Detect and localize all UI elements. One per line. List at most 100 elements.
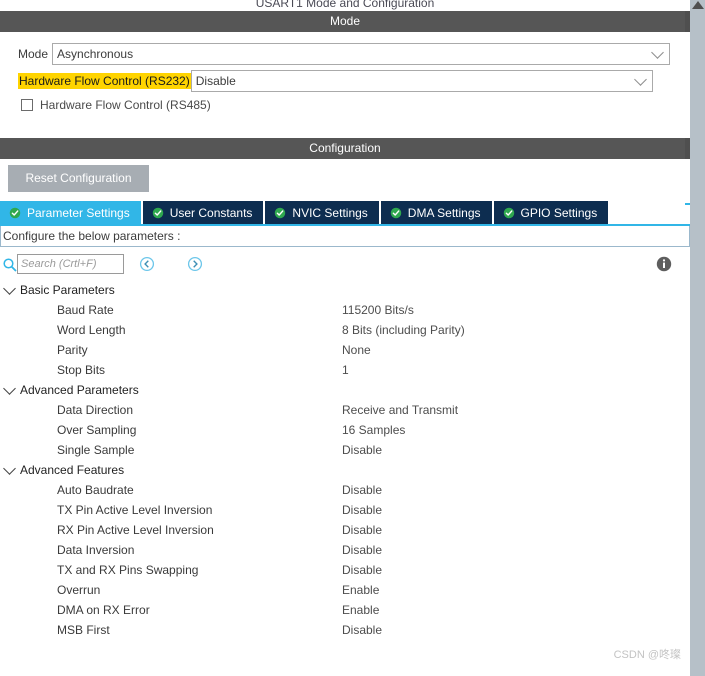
parameter-name: Data Inversion	[57, 543, 135, 557]
parameter-name: Word Length	[57, 323, 126, 337]
mode-dropdown-value: Asynchronous	[57, 47, 134, 61]
parameter-row[interactable]: Auto Baudrate Disable	[0, 480, 690, 500]
parameter-row[interactable]: Word Length 8 Bits (including Parity)	[0, 320, 690, 340]
parameter-row[interactable]: Single Sample Disable	[0, 440, 690, 460]
parameter-group-label: Advanced Parameters	[20, 383, 139, 397]
parameter-name: Single Sample	[57, 443, 135, 457]
parameter-value[interactable]: Disable	[342, 523, 382, 537]
usart-config-panel: USART1 Mode and Configuration Mode Mode …	[0, 0, 705, 676]
mode-dropdown[interactable]: Asynchronous	[52, 43, 671, 65]
parameter-value[interactable]: Receive and Transmit	[342, 403, 458, 417]
parameter-value[interactable]: Disable	[342, 483, 382, 497]
tab-dma-settings[interactable]: DMA Settings	[380, 201, 494, 224]
parameter-name: Baud Rate	[57, 303, 114, 317]
scrollbar-accent-line	[685, 203, 690, 205]
parameter-value[interactable]: Disable	[342, 563, 382, 577]
parameter-row[interactable]: DMA on RX Error Enable	[0, 600, 690, 620]
tab-user-constants[interactable]: User Constants	[142, 201, 266, 224]
parameter-name: Over Sampling	[57, 423, 137, 437]
hardware-flow-control-rs232-dropdown[interactable]: Disable	[190, 70, 653, 92]
chevron-down-icon[interactable]	[3, 381, 16, 395]
parameter-value[interactable]: 8 Bits (including Parity)	[342, 323, 465, 337]
hardware-flow-control-rs232-label: Hardware Flow Control (RS232)	[18, 73, 191, 89]
parameter-group-label: Basic Parameters	[20, 283, 115, 297]
parameter-value[interactable]: Disable	[342, 503, 382, 517]
tab-label: NVIC Settings	[292, 205, 368, 220]
tab-nvic-settings[interactable]: NVIC Settings	[265, 201, 381, 224]
parameter-value[interactable]: None	[342, 343, 371, 357]
tab-check-icon	[503, 207, 514, 218]
parameter-row[interactable]: RX Pin Active Level Inversion Disable	[0, 520, 690, 540]
reset-configuration-button[interactable]: Reset Configuration	[8, 165, 149, 192]
configuration-section-body: Reset Configuration Parameter Settings Us…	[0, 159, 690, 676]
parameter-value[interactable]: 16 Samples	[342, 423, 405, 437]
parameter-name: Stop Bits	[57, 363, 106, 377]
search-input[interactable]	[17, 254, 124, 274]
parameter-value[interactable]: Enable	[342, 583, 379, 597]
parameter-name: Auto Baudrate	[57, 483, 134, 497]
parameter-row[interactable]: Parity None	[0, 340, 690, 360]
parameter-row[interactable]: TX Pin Active Level Inversion Disable	[0, 500, 690, 520]
parameter-group-label: Advanced Features	[20, 463, 125, 477]
parameter-value[interactable]: Disable	[342, 443, 382, 457]
mode-field-row: Mode Asynchronous	[18, 43, 671, 65]
chevron-down-icon	[651, 46, 664, 59]
scroll-up-arrow-icon[interactable]	[692, 1, 704, 9]
settings-tabbar: Parameter Settings User Constants NVIC Set…	[0, 201, 611, 224]
parameter-value[interactable]: 115200 Bits/s	[342, 303, 414, 317]
tab-check-icon	[9, 207, 21, 218]
hardware-flow-control-rs485-checkbox[interactable]	[21, 99, 33, 111]
parameter-name: Overrun	[57, 583, 101, 597]
chevron-down-icon[interactable]	[3, 281, 16, 295]
parameter-name: Data Direction	[57, 403, 134, 417]
parameter-name: TX Pin Active Level Inversion	[57, 503, 213, 517]
tab-label: GPIO Settings	[520, 205, 598, 220]
search-icon	[2, 257, 18, 273]
chevron-down-icon[interactable]	[3, 461, 16, 475]
parameter-row[interactable]: MSB First Disable	[0, 620, 690, 640]
tab-gpio-settings[interactable]: GPIO Settings	[493, 201, 611, 224]
parameter-value[interactable]: Disable	[342, 543, 382, 557]
vertical-scrollbar[interactable]	[685, 0, 705, 676]
configure-hint: Configure the below parameters :	[0, 226, 690, 247]
parameter-group-header[interactable]: Basic Parameters	[0, 280, 690, 300]
tab-check-icon	[152, 207, 163, 218]
watermark: CSDN @咚璨	[613, 649, 681, 661]
search-previous-icon[interactable]	[139, 256, 155, 272]
tab-parameter-settings[interactable]: Parameter Settings	[0, 201, 143, 224]
mode-label: Mode	[18, 47, 49, 61]
parameter-row[interactable]: Data Direction Receive and Transmit	[0, 400, 690, 420]
scrollbar-edge-shadow	[685, 11, 690, 32]
hardware-flow-control-rs485-label: Hardware Flow Control (RS485)	[40, 98, 211, 112]
search-next-icon[interactable]	[187, 256, 203, 272]
parameter-value[interactable]: Enable	[342, 603, 379, 617]
parameter-row[interactable]: Overrun Enable	[0, 580, 690, 600]
parameter-row[interactable]: Data Inversion Disable	[0, 540, 690, 560]
parameter-name: MSB First	[57, 623, 110, 637]
parameter-tree: Basic Parameters Baud Rate 115200 Bits/s Wo…	[0, 280, 690, 640]
tab-label: Parameter Settings	[27, 205, 130, 220]
parameter-row[interactable]: Over Sampling 16 Samples	[0, 420, 690, 440]
tab-check-icon	[390, 207, 402, 218]
parameter-group-header[interactable]: Advanced Features	[0, 460, 690, 480]
parameter-row[interactable]: Baud Rate 115200 Bits/s	[0, 300, 690, 320]
parameter-row[interactable]: Stop Bits 1	[0, 360, 690, 380]
parameter-name: TX and RX Pins Swapping	[57, 563, 199, 577]
hardware-flow-control-rs232-row: Hardware Flow Control (RS232) Disable	[18, 70, 653, 92]
parameter-name: RX Pin Active Level Inversion	[57, 523, 214, 537]
parameter-value[interactable]: Disable	[342, 623, 382, 637]
parameter-row[interactable]: TX and RX Pins Swapping Disable	[0, 560, 690, 580]
tab-label: DMA Settings	[407, 205, 481, 220]
parameter-group-header[interactable]: Advanced Parameters	[0, 380, 690, 400]
search-row	[0, 254, 690, 278]
tab-label: User Constants	[169, 205, 253, 220]
mode-section-body: Mode Asynchronous Hardware Flow Control …	[0, 32, 690, 138]
mode-section-header: Mode	[0, 11, 690, 32]
info-icon[interactable]	[656, 256, 672, 272]
hardware-flow-control-rs485-row[interactable]: Hardware Flow Control (RS485)	[21, 98, 211, 112]
parameter-value[interactable]: 1	[342, 363, 349, 377]
hardware-flow-control-rs232-value: Disable	[195, 74, 236, 88]
scrollbar-edge-shadow	[685, 138, 690, 159]
parameter-name: Parity	[57, 343, 88, 357]
tab-check-icon	[275, 207, 286, 218]
